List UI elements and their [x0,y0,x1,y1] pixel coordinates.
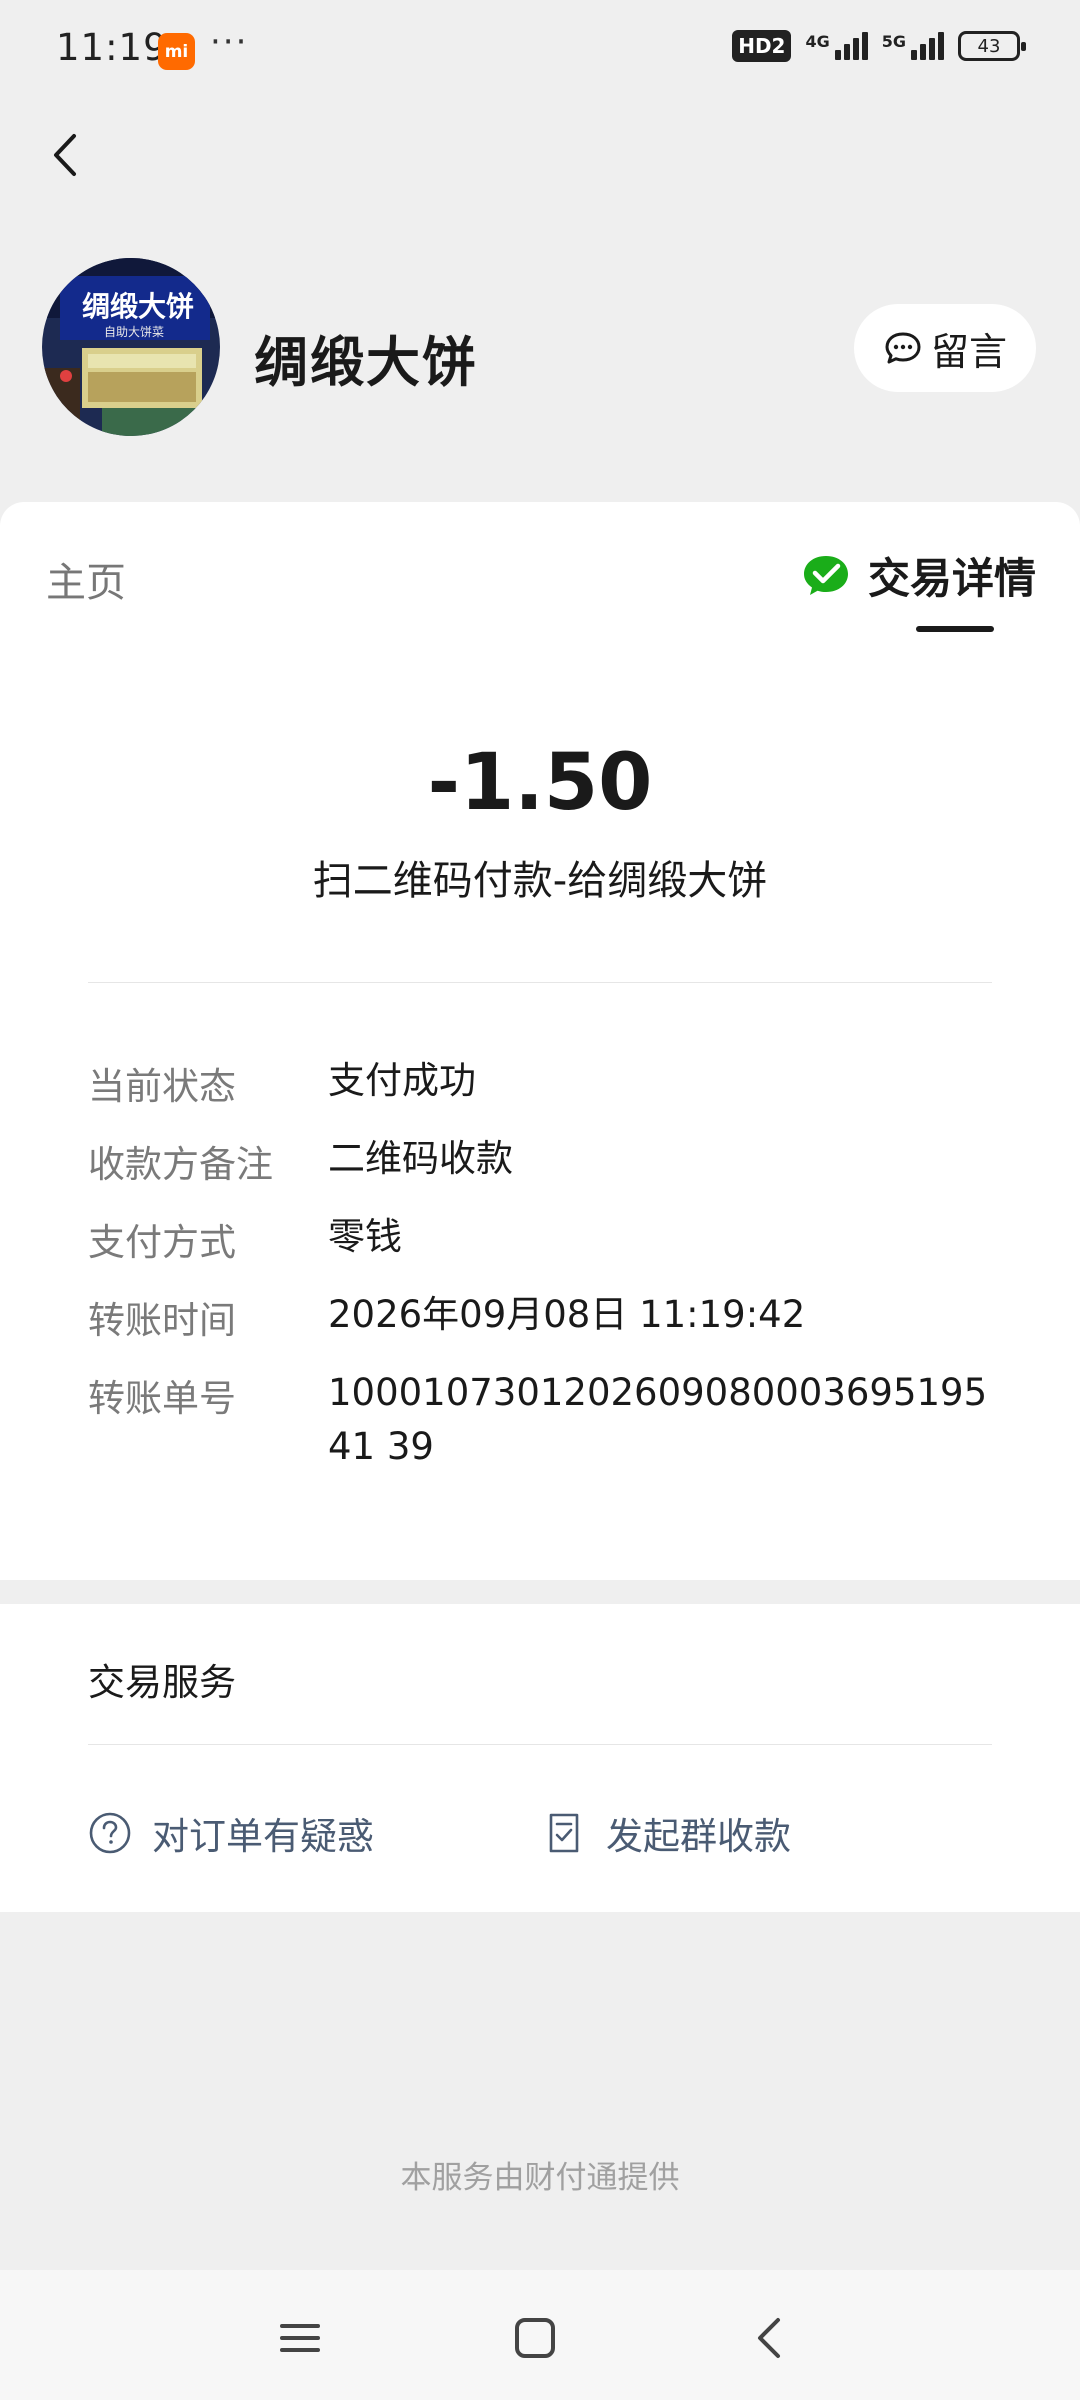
avatar-sign-text: 绸缎大饼 [82,290,194,323]
merchant-name: 绸缎大饼 [254,331,478,394]
wechat-pay-icon [803,555,848,595]
home-button[interactable] [505,2308,565,2368]
more-notifications-icon: ··· [210,22,249,62]
battery-icon: 43 [958,31,1026,61]
provider-footer: 本服务由财付通提供 [400,2160,680,2196]
hd-voice-icon: HD2 [732,30,792,62]
merchant-avatar[interactable]: 绸缎大饼 自助大饼菜 [42,258,220,436]
nav-back-icon [758,2318,780,2358]
row-label-payment-method: 支付方式 [88,1221,236,1264]
avatar-sign-subtext: 自助大饼菜 [104,325,164,339]
order-question-link[interactable]: 对订单有疑惑 [88,1806,374,1860]
tab-home[interactable]: 主页 [46,550,126,608]
group-collection-label: 发起群收款 [606,1815,791,1858]
tab-transaction-detail[interactable]: 交易详情 [802,545,1036,606]
status-indicators: HD2 4G 5G 43 [732,30,1026,62]
row-value-payment-method: 零钱 [328,1215,402,1258]
row-value-transfer-time: 2026年09月08日 11:19:42 [328,1293,806,1336]
section-gap [0,1580,1080,1604]
row-value-transfer-number[interactable]: 100010730120260908000369519541 39 [328,1366,998,1474]
receipt-icon [549,1813,579,1853]
divider [88,1744,992,1745]
row-value-status: 支付成功 [328,1059,476,1102]
message-button-label: 留言 [930,329,1007,374]
back-button[interactable] [42,130,92,180]
divider [88,982,992,983]
row-label-transfer-time: 转账时间 [88,1299,236,1342]
services-title: 交易服务 [88,1661,236,1704]
transaction-amount: -1.50 [427,738,653,828]
row-label-transfer-number: 转账单号 [88,1377,236,1420]
nav-back-button[interactable] [740,2308,800,2368]
active-tab-indicator [916,626,994,632]
home-square-icon [515,2318,555,2358]
chevron-left-icon [54,134,76,176]
row-label-payee-note: 收款方备注 [88,1143,273,1186]
chat-bubble-icon [885,332,921,364]
row-value-payee-note: 二维码收款 [328,1137,513,1180]
menu-icon [280,2324,320,2352]
tab-detail-label: 交易详情 [867,554,1036,603]
services-section [0,1604,1080,1912]
status-time: 11:19 [56,26,168,69]
group-collection-link[interactable]: 发起群收款 [542,1806,791,1860]
signal-5g-icon: 5G [882,32,944,60]
mi-app-icon: mi [158,33,195,70]
message-button[interactable]: 留言 [854,304,1036,392]
question-circle-icon [89,1812,131,1854]
transaction-description: 扫二维码付款-给绸缎大饼 [312,858,768,904]
order-question-label: 对订单有疑惑 [152,1815,374,1858]
menu-button[interactable] [270,2308,330,2368]
signal-4g-icon: 4G [805,32,868,60]
row-label-status: 当前状态 [88,1065,236,1108]
